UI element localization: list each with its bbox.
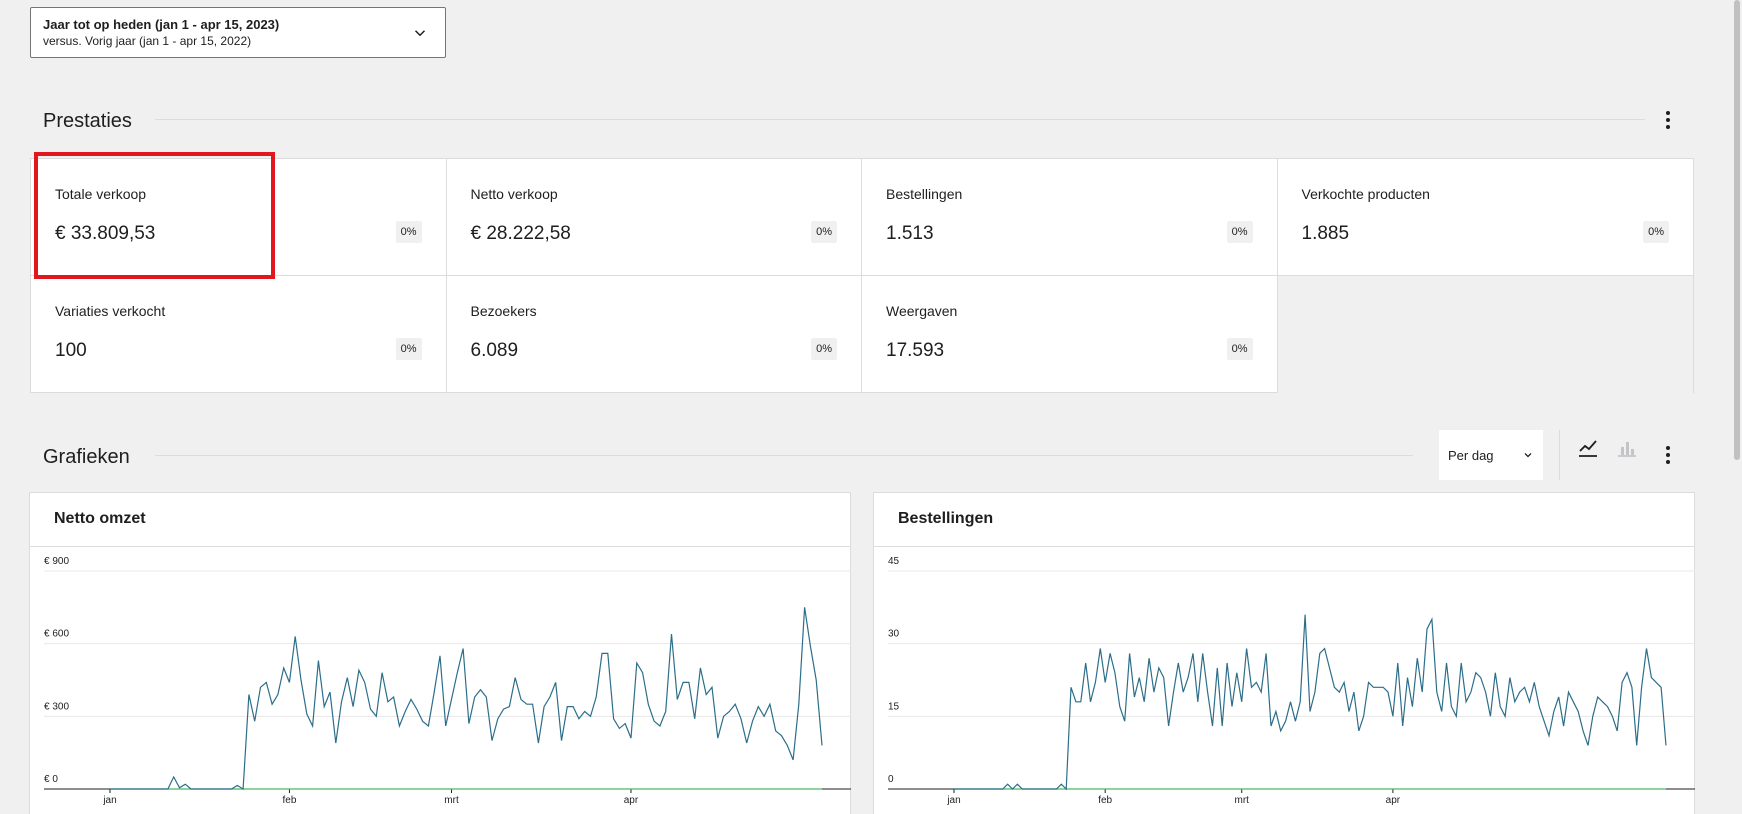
tile-value: 17.593 bbox=[886, 340, 945, 361]
delta-badge: 0% bbox=[395, 221, 422, 243]
interval-select[interactable]: Per dag bbox=[1439, 430, 1543, 480]
tile-netto-verkoop[interactable]: Netto verkoop € 28.222,58 0% bbox=[446, 159, 862, 276]
chevron-down-icon bbox=[414, 30, 426, 37]
x-tick-label: apr bbox=[1386, 795, 1401, 806]
y-tick-label: € 0 bbox=[44, 774, 58, 785]
chevron-down-icon bbox=[1524, 453, 1532, 458]
tile-value: 1.885 bbox=[1301, 223, 1350, 244]
x-tick-label: feb bbox=[282, 795, 296, 806]
x-tick-label: feb bbox=[1098, 795, 1112, 806]
performance-title: Prestaties bbox=[43, 110, 132, 132]
x-tick-label: jan bbox=[102, 795, 116, 806]
scrollbar-thumb[interactable] bbox=[1734, 0, 1740, 460]
charts-title: Grafieken bbox=[43, 446, 130, 468]
tile-label: Totale verkoop bbox=[55, 186, 147, 202]
page-scrollbar[interactable] bbox=[1732, 0, 1742, 814]
tile-value: € 33.809,53 bbox=[55, 223, 156, 244]
charts-more-icon[interactable] bbox=[1656, 443, 1680, 467]
y-tick-label: 15 bbox=[888, 701, 900, 712]
delta-badge: 0% bbox=[811, 338, 837, 360]
y-tick-label: € 600 bbox=[44, 629, 69, 640]
series-line-current bbox=[954, 614, 1667, 791]
x-tick-label: mrt bbox=[444, 795, 459, 806]
tile-value: € 28.222,58 bbox=[470, 223, 571, 244]
series-line-current bbox=[110, 607, 823, 791]
bar-chart-icon[interactable] bbox=[1615, 436, 1639, 460]
chart-card-netto-omzet: Netto omzet € 0 € 300 € 600 € 900 jan feb mrt a… bbox=[29, 492, 851, 814]
line-chart-icon[interactable] bbox=[1576, 436, 1600, 460]
tile-weergaven[interactable]: Weergaven 17.593 0% bbox=[862, 276, 1278, 393]
tile-variaties-verkocht[interactable]: Variaties verkocht 100 0% bbox=[31, 276, 447, 393]
tile-value: 1.513 bbox=[886, 223, 934, 244]
x-tick-label: apr bbox=[624, 795, 639, 806]
delta-badge: 0% bbox=[1226, 221, 1253, 243]
date-range-picker[interactable]: Jaar tot op heden (jan 1 - apr 15, 2023)… bbox=[30, 7, 446, 58]
chart-title: Bestellingen bbox=[874, 493, 1694, 547]
date-range-compare: versus. Vorig jaar (jan 1 - apr 15, 2022… bbox=[43, 34, 252, 48]
tile-label: Weergaven bbox=[886, 303, 958, 319]
tile-label: Netto verkoop bbox=[470, 186, 558, 202]
y-tick-label: 0 bbox=[888, 774, 894, 785]
tile-bezoekers[interactable]: Bezoekers 6.089 0% bbox=[447, 276, 862, 393]
tile-totale-verkoop[interactable]: Totale verkoop € 33.809,53 0% bbox=[31, 159, 447, 276]
tile-label: Bezoekers bbox=[470, 303, 537, 319]
tile-label: Verkochte producten bbox=[1301, 186, 1430, 202]
toolbar-divider bbox=[1559, 430, 1560, 480]
delta-badge: 0% bbox=[811, 221, 837, 243]
performance-tiles: Totale verkoop € 33.809,53 0% Netto verk… bbox=[30, 158, 1694, 393]
x-tick-label: jan bbox=[946, 795, 960, 806]
tile-label: Bestellingen bbox=[886, 186, 963, 202]
chart-title: Netto omzet bbox=[30, 493, 850, 547]
y-tick-label: 45 bbox=[888, 556, 900, 567]
performance-more-icon[interactable] bbox=[1656, 108, 1680, 132]
section-divider bbox=[155, 455, 1413, 456]
date-range-primary: Jaar tot op heden (jan 1 - apr 15, 2023) bbox=[43, 17, 280, 32]
tile-verkochte-producten[interactable]: Verkochte producten 1.885 0% bbox=[1277, 159, 1693, 276]
netto-omzet-chart: € 0 € 300 € 600 € 900 jan feb mrt apr bbox=[44, 556, 851, 806]
chart-card-bestellingen: Bestellingen 0 15 30 45 jan feb mrt apr bbox=[873, 492, 1695, 814]
interval-value: Per dag bbox=[1448, 447, 1494, 463]
y-tick-label: 30 bbox=[888, 629, 900, 640]
section-divider bbox=[155, 119, 1645, 120]
y-tick-label: € 300 bbox=[44, 701, 69, 712]
tile-label: Variaties verkocht bbox=[55, 303, 166, 319]
delta-badge: 0% bbox=[1226, 338, 1253, 360]
tile-bestellingen[interactable]: Bestellingen 1.513 0% bbox=[862, 159, 1278, 276]
tile-value: 6.089 bbox=[470, 340, 519, 361]
x-tick-label: mrt bbox=[1234, 795, 1249, 806]
tile-value: 100 bbox=[55, 340, 87, 361]
y-tick-label: € 900 bbox=[44, 556, 69, 567]
delta-badge: 0% bbox=[1643, 221, 1669, 243]
delta-badge: 0% bbox=[395, 338, 422, 360]
bestellingen-chart: 0 15 30 45 jan feb mrt apr bbox=[888, 556, 1695, 806]
tile-empty bbox=[1277, 276, 1693, 393]
